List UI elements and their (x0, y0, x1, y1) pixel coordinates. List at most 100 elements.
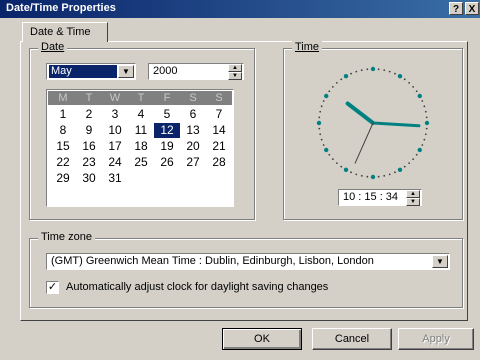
minute-marker (340, 78, 343, 81)
minute-marker (421, 100, 424, 102)
hour-marker (343, 74, 349, 79)
window-title: Date/Time Properties (6, 2, 116, 14)
calendar-day[interactable]: 25 (128, 155, 154, 170)
analog-clock (316, 66, 430, 180)
calendar-day[interactable]: 20 (180, 139, 206, 154)
minute-marker (320, 138, 323, 141)
minute-marker (412, 85, 415, 88)
minute-marker (318, 116, 321, 119)
close-button[interactable]: X (465, 2, 479, 15)
time-field[interactable]: 10 : 15 : 34 ▲ ▼ (338, 189, 422, 206)
calendar-day[interactable]: 19 (154, 139, 180, 154)
minute-marker (340, 165, 343, 168)
time-group-label: Time (292, 41, 323, 53)
hour-marker (417, 93, 422, 99)
weekday-label: S (215, 92, 223, 104)
minute-marker (415, 153, 418, 156)
calendar-day[interactable]: 24 (102, 155, 128, 170)
calendar-day[interactable]: 22 (50, 155, 76, 170)
weekday-label: F (163, 92, 171, 104)
calendar-day[interactable]: 2 (76, 107, 102, 122)
calendar-day[interactable]: 28 (206, 155, 232, 170)
minute-marker (328, 90, 331, 93)
hour-marker (424, 120, 430, 126)
calendar-day[interactable]: 11 (128, 123, 154, 138)
title-bar[interactable]: Date/Time Properties ? X (0, 0, 480, 18)
minute-marker (394, 171, 396, 174)
time-spin-up-icon[interactable]: ▲ (406, 190, 420, 198)
timezone-value: (GMT) Greenwich Mean Time : Dublin, Edin… (51, 255, 374, 267)
timezone-select[interactable]: (GMT) Greenwich Mean Time : Dublin, Edin… (46, 253, 450, 270)
weekday-label: W (109, 92, 121, 104)
calendar-day[interactable]: 3 (102, 107, 128, 122)
month-select[interactable]: May ▼ (46, 63, 136, 80)
calendar-day[interactable]: 18 (128, 139, 154, 154)
calendar-day[interactable]: 5 (154, 107, 180, 122)
calendar-day[interactable]: 15 (50, 139, 76, 154)
month-dropdown-arrow-icon[interactable]: ▼ (118, 65, 134, 78)
calendar-day[interactable]: 13 (180, 123, 206, 138)
calendar-day[interactable]: 30 (76, 171, 102, 186)
cancel-button[interactable]: Cancel (312, 328, 392, 350)
timezone-dropdown-arrow-icon[interactable]: ▼ (432, 255, 448, 268)
ok-button[interactable]: OK (222, 328, 302, 350)
minute-marker (350, 72, 352, 75)
calendar-day[interactable]: 8 (50, 123, 76, 138)
check-icon: ✓ (47, 281, 58, 293)
calendar-day[interactable]: 21 (206, 139, 232, 154)
apply-button[interactable]: Apply (398, 328, 474, 350)
weekday-label: T (85, 92, 93, 104)
minute-marker (424, 110, 427, 113)
minute-marker (403, 165, 406, 168)
minute-marker (403, 78, 406, 81)
year-spin-up-icon[interactable]: ▲ (228, 64, 242, 72)
calendar-day[interactable]: 17 (102, 139, 128, 154)
time-group: Time 10 : 15 : 34 ▲ ▼ (283, 41, 463, 220)
minute-marker (421, 144, 424, 146)
minute-marker (377, 175, 380, 178)
hour-marker (397, 74, 403, 79)
help-button[interactable]: ? (449, 2, 463, 15)
weekday-label: T (137, 92, 145, 104)
minute-marker (355, 70, 358, 73)
calendar-day[interactable]: 29 (50, 171, 76, 186)
hour-marker (324, 93, 329, 99)
time-spinner[interactable]: ▲ ▼ (406, 190, 420, 206)
minute-marker (322, 144, 325, 146)
calendar-day[interactable]: 4 (128, 107, 154, 122)
time-value: 10 : 15 : 34 (343, 191, 399, 203)
calendar-day[interactable]: 16 (76, 139, 102, 154)
calendar-day[interactable]: 31 (102, 171, 128, 186)
year-value: 2000 (153, 65, 178, 77)
year-spinner[interactable]: ▲ ▼ (228, 64, 242, 80)
calendar-day[interactable]: 1 (50, 107, 76, 122)
minute-marker (383, 174, 386, 177)
calendar-day[interactable]: 14 (206, 123, 232, 138)
calendar-day[interactable]: 9 (76, 123, 102, 138)
calendar-day[interactable]: 6 (180, 107, 206, 122)
calendar-day[interactable]: 10 (102, 123, 128, 138)
minute-marker (320, 105, 323, 108)
dst-checkbox[interactable]: ✓ (46, 281, 59, 294)
minute-marker (322, 100, 325, 102)
minute-marker (319, 133, 322, 136)
minute-marker (408, 81, 411, 84)
calendar-day[interactable]: 26 (154, 155, 180, 170)
calendar-day[interactable]: 23 (76, 155, 102, 170)
year-field[interactable]: 2000 ▲ ▼ (148, 63, 244, 80)
calendar-day-selected[interactable]: 12 (154, 123, 180, 138)
weekday-header: MTWTFSS (48, 91, 232, 105)
time-spin-down-icon[interactable]: ▼ (406, 198, 420, 206)
tab-panel: Date May ▼ 2000 ▲ ▼ MTWTFSS 1 2 3 4 5 6 7 8 9 10 1… (20, 41, 468, 321)
year-spin-down-icon[interactable]: ▼ (228, 72, 242, 80)
hour-marker (370, 174, 376, 180)
minute-marker (408, 162, 411, 165)
dst-label[interactable]: Automatically adjust clock for daylight … (66, 281, 328, 293)
calendar-day[interactable]: 27 (180, 155, 206, 170)
minute-marker (423, 138, 426, 141)
minute-marker (377, 68, 380, 71)
tab-date-time[interactable]: Date & Time (22, 22, 108, 42)
minute-marker (424, 133, 427, 136)
calendar-day[interactable]: 7 (206, 107, 232, 122)
minute-marker (383, 69, 386, 72)
